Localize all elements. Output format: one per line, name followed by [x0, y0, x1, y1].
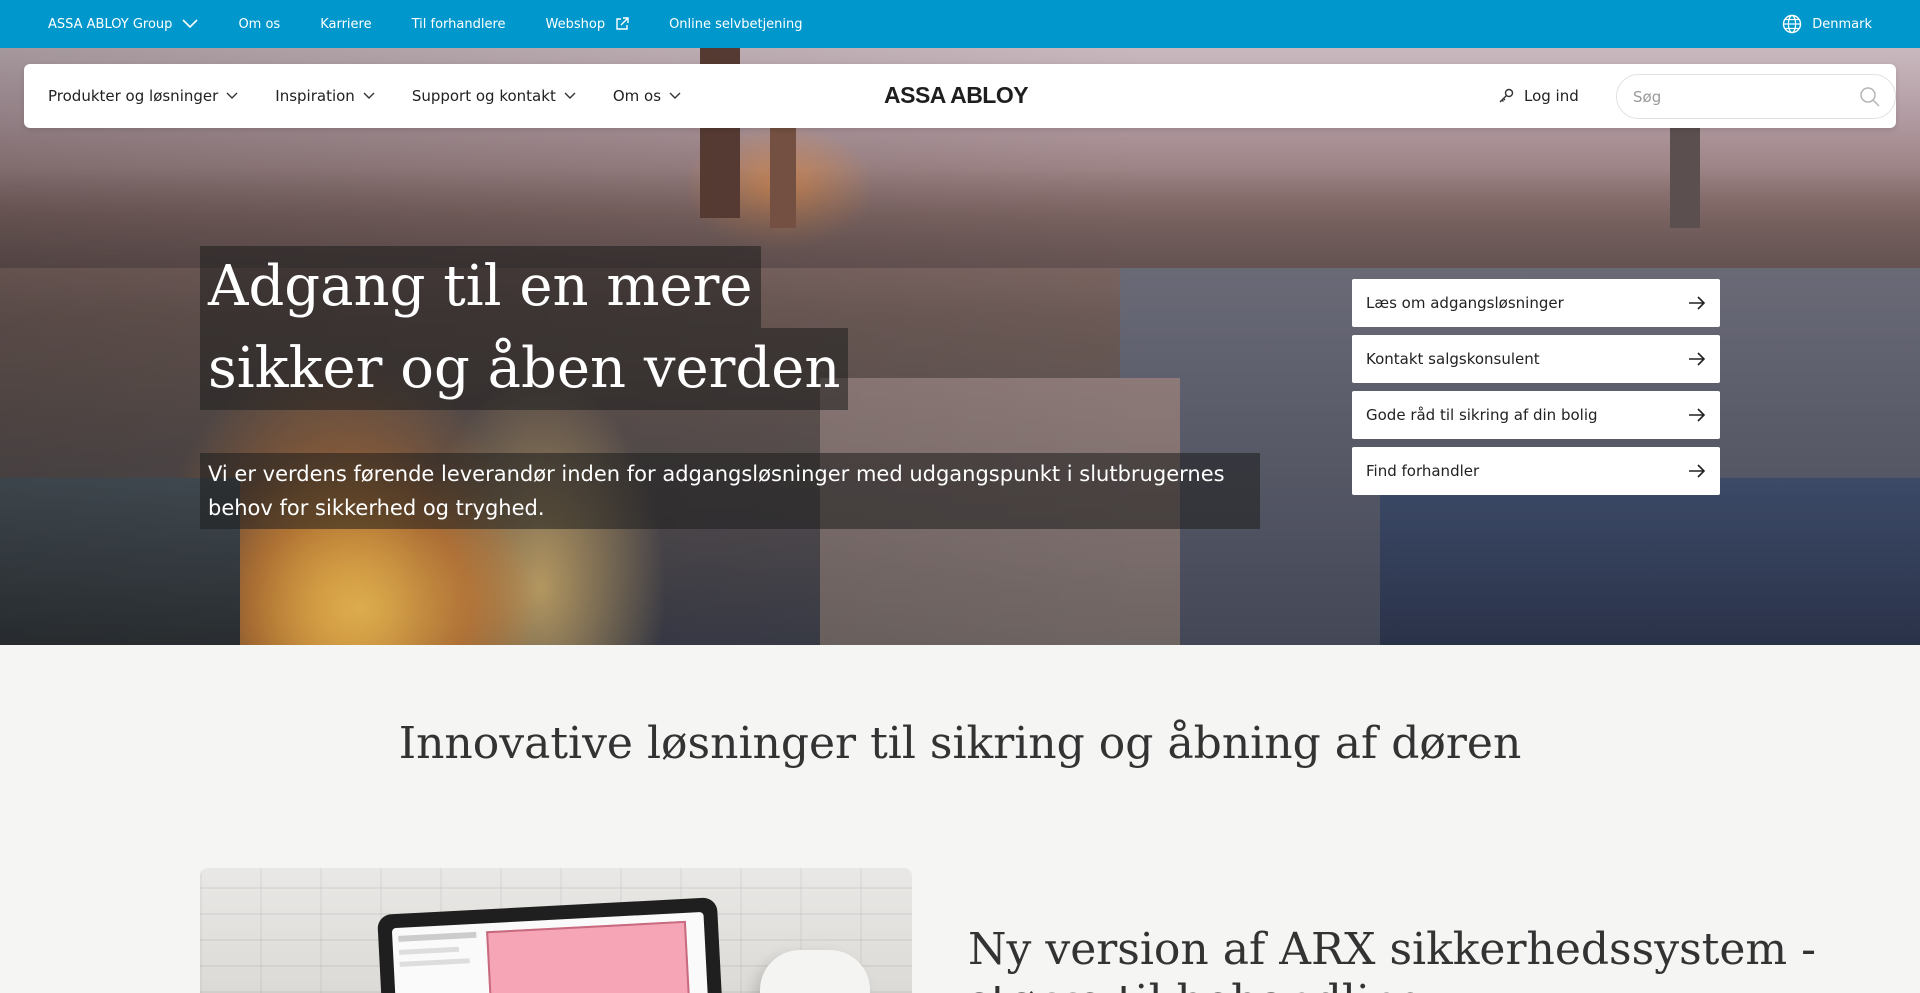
nav-support-label: Support og kontakt: [411, 87, 556, 105]
career-link-label: Karriere: [320, 16, 372, 32]
key-icon: [1499, 88, 1514, 103]
external-link-icon: [616, 17, 629, 30]
arrow-right-icon: [1689, 464, 1706, 478]
nav-products-label: Produkter og løsninger: [48, 87, 219, 105]
quick-link-access-solutions[interactable]: Læs om adgangsløsninger: [1352, 279, 1720, 327]
self-service-link-label: Online selvbetjening: [669, 16, 803, 32]
arrow-right-icon: [1689, 352, 1706, 366]
chevron-down-icon: [226, 92, 238, 99]
career-link[interactable]: Karriere: [320, 17, 371, 32]
reader-device-image: [760, 950, 870, 993]
webshop-link-label: Webshop: [545, 16, 606, 32]
resellers-link-label: Til forhandlere: [411, 16, 506, 32]
globe-icon: [1783, 14, 1802, 34]
resellers-link[interactable]: Til forhandlere: [412, 17, 506, 32]
nav-support[interactable]: Support og kontakt: [412, 87, 576, 105]
top-utility-links: ASSA ABLOY Group Om os Karriere Til forh…: [48, 0, 843, 48]
quick-link-label: Find forhandler: [1366, 462, 1480, 480]
about-link-label: Om os: [238, 16, 281, 32]
section-title: Innovative løsninger til sikring og åbni…: [398, 718, 1522, 769]
hero-title-line-2: sikker og åben verden: [200, 328, 849, 410]
hero-banner: Adgang til en mere sikker og åben verden…: [0, 48, 1920, 645]
quick-link-label: Gode råd til sikring af din bolig: [1366, 406, 1598, 424]
news-headline-line-1[interactable]: Ny version af ARX sikkerhedssystem -: [968, 924, 1816, 975]
quick-link-label: Kontakt salgskonsulent: [1366, 350, 1540, 368]
search-box: [1616, 74, 1896, 119]
floor-plan: [486, 920, 691, 993]
chevron-down-icon: [564, 92, 576, 99]
nav-about-label: Om os: [612, 87, 662, 105]
tablet-screen: [391, 911, 709, 993]
nav-inspiration-label: Inspiration: [275, 87, 355, 105]
main-nav-items: Produkter og løsninger Inspiration Suppo…: [48, 64, 718, 128]
webshop-link[interactable]: Webshop: [546, 17, 630, 32]
hero-title-line-1: Adgang til en mere: [200, 246, 761, 328]
country-label: Denmark: [1812, 16, 1872, 32]
chevron-down-icon: [363, 92, 375, 99]
nav-about[interactable]: Om os: [613, 87, 681, 105]
quick-link-label: Læs om adgangsløsninger: [1366, 294, 1564, 312]
arrow-right-icon: [1689, 296, 1706, 310]
quick-link-contact-sales[interactable]: Kontakt salgskonsulent: [1352, 335, 1720, 383]
login-label: Log ind: [1524, 87, 1579, 105]
self-service-link[interactable]: Online selvbetjening: [669, 17, 802, 32]
search-icon[interactable]: [1859, 86, 1881, 108]
hero-subtitle: Vi er verdens førende leverandør inden f…: [200, 453, 1260, 529]
search-input[interactable]: [1633, 75, 1853, 118]
top-utility-bar: ASSA ABLOY Group Om os Karriere Til forh…: [0, 0, 1920, 48]
news-image[interactable]: [200, 868, 912, 993]
screen-sidebar: [399, 958, 470, 967]
quick-link-home-security-tips[interactable]: Gode råd til sikring af din bolig: [1352, 391, 1720, 439]
quick-link-find-reseller[interactable]: Find forhandler: [1352, 447, 1720, 495]
group-link-label: ASSA ABLOY Group: [48, 16, 173, 32]
main-navigation: Produkter og løsninger Inspiration Suppo…: [24, 64, 1896, 128]
news-headline-line-2[interactable]: større til behandling: [968, 976, 1427, 993]
chevron-down-icon: [669, 92, 681, 99]
nav-inspiration[interactable]: Inspiration: [275, 87, 375, 105]
screen-sidebar: [398, 931, 477, 942]
tablet-image: [377, 897, 723, 993]
brand-logo[interactable]: ASSA ABLOY: [884, 82, 1029, 109]
login-link[interactable]: Log ind: [1498, 64, 1579, 128]
group-link[interactable]: ASSA ABLOY Group: [48, 16, 199, 32]
about-link[interactable]: Om os: [238, 17, 280, 32]
country-selector[interactable]: Denmark: [1782, 0, 1872, 48]
chevron-down-icon: [182, 19, 199, 29]
arrow-right-icon: [1689, 408, 1706, 422]
nav-products[interactable]: Produkter og løsninger: [48, 87, 238, 105]
screen-sidebar: [398, 946, 460, 955]
